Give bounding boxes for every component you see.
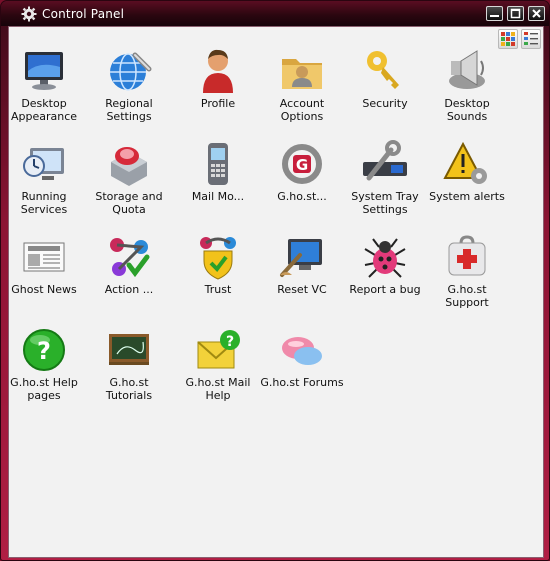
control-item-reset-vc[interactable]: Reset VC xyxy=(260,233,344,297)
control-item-system-tray-settings[interactable]: System Tray Settings xyxy=(343,140,427,216)
control-item-action[interactable]: Action ... xyxy=(87,233,171,297)
warning-gear-icon xyxy=(443,141,487,184)
chat-bubbles-icon xyxy=(282,337,322,365)
help-icon: ? xyxy=(23,329,65,371)
control-item-label: Report a bug xyxy=(349,283,421,296)
control-item-label: System alerts xyxy=(429,190,505,203)
control-item-label: Desktop Sounds xyxy=(444,97,490,123)
control-item-label: G.ho.st Tutorials xyxy=(105,376,153,402)
control-item-label: Desktop Appearance xyxy=(10,97,78,123)
control-item-mail-mobile[interactable]: Mail Mo... xyxy=(176,140,260,204)
control-item-ghost-tools[interactable]: G G.ho.st... xyxy=(260,140,344,204)
control-item-trust[interactable]: Trust xyxy=(176,233,260,297)
control-item-label: Security xyxy=(362,97,408,110)
minimize-icon xyxy=(490,15,499,17)
control-item-label: G.ho.st Help pages xyxy=(10,376,78,402)
control-item-label: Running Services xyxy=(20,190,68,216)
control-item-label: Ghost News xyxy=(11,283,77,296)
control-item-report-a-bug[interactable]: Report a bug xyxy=(343,233,427,297)
control-item-ghost-news[interactable]: Ghost News xyxy=(2,233,86,297)
details-view-icon xyxy=(524,32,538,45)
chalkboard-icon xyxy=(109,334,149,365)
account-folder-icon xyxy=(282,59,322,89)
minimize-button[interactable] xyxy=(486,6,503,21)
control-item-ghost-forums[interactable]: G.ho.st Forums xyxy=(260,326,344,390)
control-panel-content: Desktop Appearance Regional Settings Pro… xyxy=(8,26,544,558)
gear-icon xyxy=(21,6,37,22)
close-icon xyxy=(532,9,541,18)
svg-text:?: ? xyxy=(226,334,234,350)
control-item-regional-settings[interactable]: Regional Settings xyxy=(87,47,171,123)
control-item-running-services[interactable]: Running Services xyxy=(2,140,86,216)
key-icon xyxy=(367,51,399,89)
maximize-icon xyxy=(510,8,521,19)
control-item-ghost-help-pages[interactable]: ? G.ho.st Help pages xyxy=(2,326,86,402)
control-item-label: Storage and Quota xyxy=(95,190,163,216)
monitor-icon xyxy=(25,52,63,90)
control-item-label: Profile xyxy=(200,97,236,110)
control-item-label: G.ho.st Mail Help xyxy=(185,376,251,402)
control-item-label: Regional Settings xyxy=(105,97,153,123)
control-item-system-alerts[interactable]: System alerts xyxy=(425,140,509,204)
mobile-phone-icon xyxy=(208,143,228,185)
newspaper-icon xyxy=(23,242,65,272)
control-item-storage-and-quota[interactable]: Storage and Quota xyxy=(87,140,171,216)
svg-text:G: G xyxy=(296,156,308,174)
close-button[interactable] xyxy=(528,6,545,21)
control-item-desktop-appearance[interactable]: Desktop Appearance xyxy=(2,47,86,123)
control-item-label: G.ho.st Support xyxy=(445,283,489,309)
mail-help-icon: ? xyxy=(197,330,240,369)
shield-check-icon xyxy=(200,237,236,280)
control-item-label: Action ... xyxy=(104,283,154,296)
icon-view-icon xyxy=(501,32,515,46)
control-panel-window: Control Panel Desktop Appearance Regiona… xyxy=(0,0,550,561)
control-item-ghost-tutorials[interactable]: G.ho.st Tutorials xyxy=(87,326,171,402)
control-item-ghost-support[interactable]: G.ho.st Support xyxy=(425,233,509,309)
services-monitor-icon xyxy=(23,148,64,180)
icon-view-button[interactable] xyxy=(498,29,518,49)
control-item-label: G.ho.st Forums xyxy=(260,376,344,389)
globe-icon xyxy=(110,52,152,91)
title-bar[interactable]: Control Panel xyxy=(1,1,549,26)
control-item-label: Reset VC xyxy=(277,283,327,296)
svg-text:?: ? xyxy=(37,337,51,365)
tray-wrench-icon xyxy=(363,140,407,181)
window-title: Control Panel xyxy=(42,7,125,21)
maximize-button[interactable] xyxy=(507,6,524,21)
control-item-label: Account Options xyxy=(279,97,325,123)
control-item-security[interactable]: Security xyxy=(343,47,427,111)
control-item-label: Mail Mo... xyxy=(191,190,245,203)
control-item-label: System Tray Settings xyxy=(351,190,419,216)
control-item-label: Trust xyxy=(204,283,232,296)
control-item-account-options[interactable]: Account Options xyxy=(260,47,344,123)
control-item-desktop-sounds[interactable]: Desktop Sounds xyxy=(425,47,509,123)
action-check-icon xyxy=(110,238,150,278)
control-item-profile[interactable]: Profile xyxy=(176,47,260,111)
control-item-label: G.ho.st... xyxy=(277,190,327,203)
user-icon xyxy=(203,49,233,93)
reset-monitor-icon xyxy=(280,239,322,277)
speaker-icon xyxy=(449,50,485,89)
bug-icon xyxy=(364,238,406,278)
details-view-button[interactable] xyxy=(521,29,541,49)
first-aid-icon xyxy=(448,235,486,276)
control-item-ghost-mail-help[interactable]: ? G.ho.st Mail Help xyxy=(176,326,260,402)
ghost-tools-icon: G xyxy=(282,144,322,184)
hard-drive-icon xyxy=(111,147,147,186)
